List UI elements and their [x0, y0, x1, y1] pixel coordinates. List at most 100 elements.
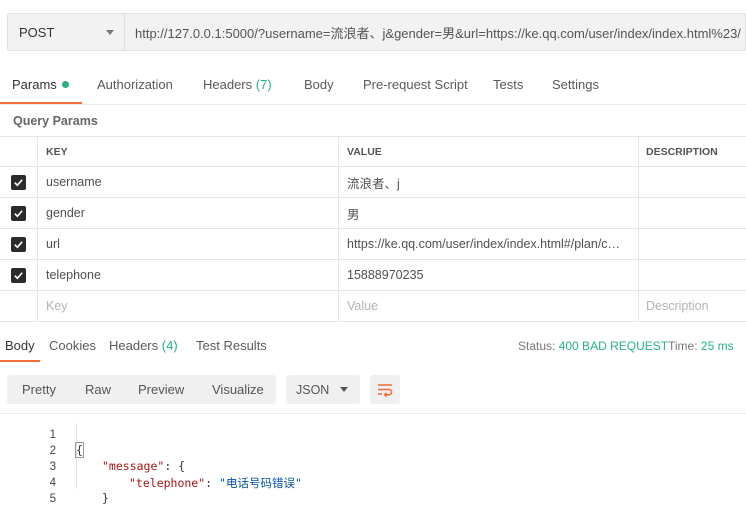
format-select[interactable]: JSON [286, 375, 360, 404]
column-header-key: KEY [37, 137, 338, 166]
column-header-description: DESCRIPTION [638, 137, 746, 166]
new-value-input[interactable]: Value [338, 291, 638, 321]
table-row: username 流浪者、j [0, 167, 746, 198]
new-description-input[interactable]: Description [638, 291, 746, 321]
line-number: 5 [49, 493, 56, 505]
code-line: 1 { [0, 415, 746, 458]
param-key-cell[interactable]: telephone [37, 260, 338, 290]
time-label: Time: [668, 339, 698, 353]
param-value-cell[interactable]: https://ke.qq.com/user/index/index.html#… [338, 229, 638, 259]
tab-settings[interactable]: Settings [552, 77, 599, 92]
tab-settings-label: Settings [552, 77, 599, 92]
query-params-table: KEY VALUE DESCRIPTION username 流浪者、j gen… [0, 136, 746, 322]
tab-headers-label: Headers [203, 77, 253, 92]
tab-response-body[interactable]: Body [5, 338, 35, 353]
raw-button[interactable]: Raw [85, 382, 111, 397]
table-row: telephone 15888970235 [0, 260, 746, 291]
tab-pre-request-label: Pre-request Script [363, 77, 468, 92]
response-tabs: Body Cookies Headers (4) Test Results St… [0, 330, 746, 362]
param-key-cell[interactable]: username [37, 167, 338, 197]
param-value: 男 [347, 207, 360, 222]
checkbox-checked-icon[interactable] [11, 205, 26, 221]
tab-response-headers[interactable]: Headers (4) [109, 338, 178, 353]
row-check-cell [0, 229, 37, 259]
tab-params-label: Params [12, 77, 57, 92]
tab-body[interactable]: Body [304, 77, 334, 92]
header-check-cell [0, 137, 37, 166]
code-line: 2 "message": { [0, 431, 746, 473]
tab-response-headers-count: (4) [161, 338, 178, 353]
preview-button[interactable]: Preview [138, 382, 184, 397]
param-value: 15888970235 [347, 268, 424, 282]
param-key: username [46, 175, 102, 189]
code-line: 4 } [0, 463, 746, 505]
tab-test-results[interactable]: Test Results [196, 338, 267, 353]
param-key: url [46, 237, 60, 251]
code-line: 5 } [0, 479, 746, 505]
view-mode-segmented: Pretty Raw Preview Visualize [7, 375, 276, 404]
response-status: Status: 400 BAD REQUEST [518, 339, 668, 353]
new-key-input[interactable]: Key [37, 291, 338, 321]
tab-cookies[interactable]: Cookies [49, 338, 96, 353]
divider [0, 104, 746, 105]
format-label: JSON [296, 382, 330, 397]
url-input[interactable]: http://127.0.0.1:5000/?username=流浪者、j&ge… [124, 13, 746, 51]
param-value: https://ke.qq.com/user/index/index.html#… [347, 237, 621, 251]
checkbox-checked-icon[interactable] [11, 267, 26, 283]
row-check-cell [0, 291, 37, 321]
params-active-dot-icon [61, 81, 69, 88]
query-params-title: Query Params [13, 114, 98, 128]
tab-response-body-label: Body [5, 338, 35, 353]
chevron-down-icon [106, 29, 114, 35]
param-value: 流浪者、j [347, 176, 400, 191]
time-value[interactable]: 25 ms [701, 339, 734, 353]
table-row: gender 男 [0, 198, 746, 229]
tab-test-results-label: Test Results [196, 338, 267, 353]
visualize-button[interactable]: Visualize [212, 382, 264, 397]
tab-headers[interactable]: Headers (7) [203, 77, 272, 92]
checkbox-checked-icon[interactable] [11, 236, 26, 252]
tab-params[interactable]: Params [12, 77, 69, 92]
pretty-button[interactable]: Pretty [22, 382, 56, 397]
response-time: Time: 25 ms [668, 339, 734, 353]
table-row-new: Key Value Description [0, 291, 746, 322]
param-description-cell[interactable] [638, 167, 746, 197]
row-check-cell [0, 260, 37, 290]
method-label: POST [19, 24, 55, 40]
table-header: KEY VALUE DESCRIPTION [0, 136, 746, 167]
tab-authorization-label: Authorization [97, 77, 173, 92]
chevron-down-icon [340, 387, 348, 392]
tab-authorization[interactable]: Authorization [97, 77, 173, 92]
param-value-cell[interactable]: 男 [338, 198, 638, 228]
request-tabs: Params Authorization Headers (7) Body Pr… [0, 68, 746, 104]
url-text: http://127.0.0.1:5000/?username=流浪者、j&ge… [135, 25, 741, 41]
row-check-cell [0, 167, 37, 197]
wrap-lines-icon [378, 383, 393, 397]
status-label: Status: [518, 339, 556, 353]
tab-body-label: Body [304, 77, 334, 92]
param-key-cell[interactable]: gender [37, 198, 338, 228]
param-key: telephone [46, 268, 101, 282]
param-key-cell[interactable]: url [37, 229, 338, 259]
tab-headers-count: (7) [255, 77, 272, 92]
divider [0, 413, 746, 414]
tab-tests[interactable]: Tests [493, 77, 523, 92]
row-check-cell [0, 198, 37, 228]
active-tab-indicator [0, 360, 40, 362]
tab-cookies-label: Cookies [49, 338, 96, 353]
request-url-bar: POST http://127.0.0.1:5000/?username=流浪者… [7, 13, 746, 51]
checkbox-checked-icon[interactable] [11, 174, 26, 190]
param-description-cell[interactable] [638, 198, 746, 228]
param-description-cell[interactable] [638, 260, 746, 290]
param-description-cell[interactable] [638, 229, 746, 259]
param-key: gender [46, 206, 85, 220]
code-line: 3 "telephone": "电话号码错误" [0, 447, 746, 490]
tab-pre-request-script[interactable]: Pre-request Script [363, 77, 468, 92]
column-header-value: VALUE [338, 137, 638, 166]
tab-response-headers-label: Headers [109, 338, 159, 353]
status-value[interactable]: 400 BAD REQUEST [559, 339, 668, 353]
method-select[interactable]: POST [7, 13, 124, 51]
param-value-cell[interactable]: 15888970235 [338, 260, 638, 290]
wrap-lines-button[interactable] [370, 375, 400, 404]
param-value-cell[interactable]: 流浪者、j [338, 167, 638, 197]
